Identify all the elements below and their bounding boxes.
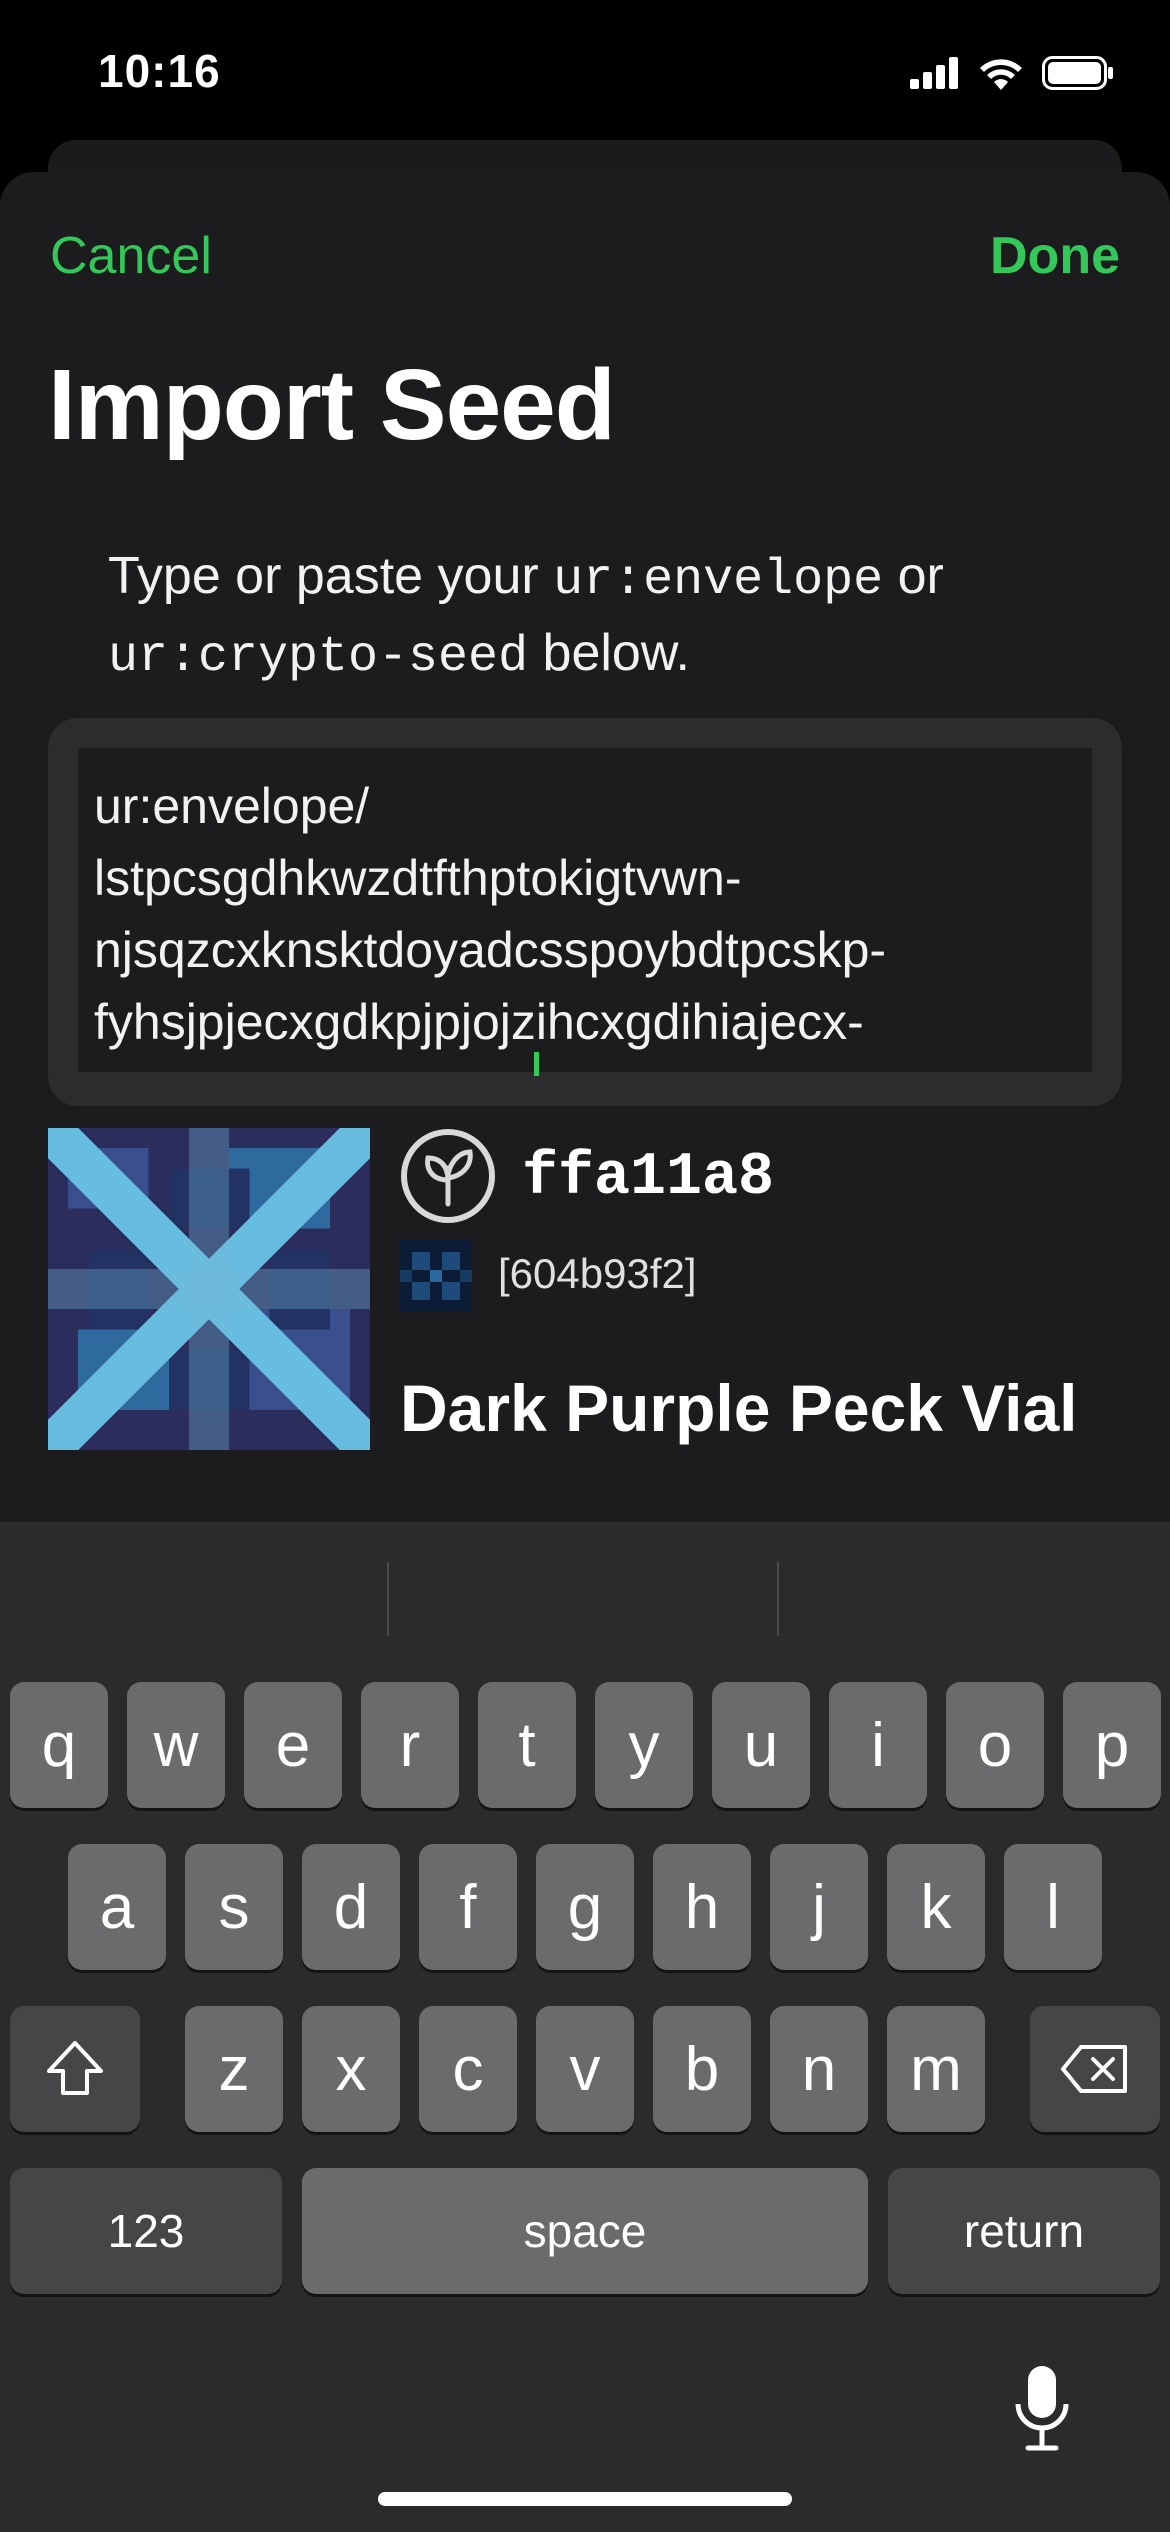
key-q[interactable]: q: [10, 1682, 108, 1808]
key-a[interactable]: a: [68, 1844, 166, 1970]
key-v[interactable]: v: [536, 2006, 634, 2132]
key-p[interactable]: p: [1063, 1682, 1161, 1808]
seed-identifier: ffa11a8: [522, 1144, 775, 1212]
seed-name: Dark Purple Peck Vial: [400, 1371, 1078, 1445]
shift-key[interactable]: [10, 2006, 140, 2132]
key-u[interactable]: u: [712, 1682, 810, 1808]
signal-icon: [910, 57, 958, 89]
seed-fingerprint: [604b93f2]: [498, 1250, 697, 1297]
suggestion-divider: [777, 1562, 779, 1636]
seed-leaf-icon: [401, 1129, 495, 1223]
key-s[interactable]: s: [185, 1844, 283, 1970]
status-icons: [910, 56, 1114, 90]
key-y[interactable]: y: [595, 1682, 693, 1808]
home-indicator[interactable]: [378, 2492, 792, 2506]
space-key[interactable]: space: [302, 2168, 868, 2294]
key-x[interactable]: x: [302, 2006, 400, 2132]
editor-line: fyhsjpjecxgdkpjpjojzihcxgdihiajecx-: [94, 994, 864, 1050]
done-button[interactable]: Done: [990, 226, 1120, 286]
battery-icon: [1042, 56, 1113, 90]
key-d[interactable]: d: [302, 1844, 400, 1970]
key-w[interactable]: w: [127, 1682, 225, 1808]
key-c[interactable]: c: [419, 2006, 517, 2132]
page-title: Import Seed: [48, 349, 616, 461]
seed-text-editor[interactable]: ur:envelope/ lstpcsgdhkwzdtfthptokigtvwn…: [78, 748, 1092, 1072]
editor-line: ur:envelope/: [94, 778, 370, 834]
key-i[interactable]: i: [829, 1682, 927, 1808]
seed-text-content: ur:envelope/ lstpcsgdhkwzdtfthptokigtvwn…: [94, 770, 1084, 1058]
wifi-icon: [980, 59, 1022, 90]
seed-lifehash-image: [48, 1128, 370, 1450]
status-bar: 10:16: [0, 0, 1170, 150]
key-t[interactable]: t: [478, 1682, 576, 1808]
key-k[interactable]: k: [887, 1844, 985, 1970]
key-h[interactable]: h: [653, 1844, 751, 1970]
key-o[interactable]: o: [946, 1682, 1044, 1808]
fingerprint-lifehash-image: [400, 1240, 472, 1312]
editor-line: njsqzcxknsktdoyadcsspoybdtpcskp-: [94, 922, 887, 978]
key-b[interactable]: b: [653, 2006, 751, 2132]
delete-key[interactable]: [1030, 2006, 1160, 2132]
suggestion-divider: [387, 1562, 389, 1636]
status-time: 10:16: [98, 45, 221, 97]
microphone-icon[interactable]: [1010, 2362, 1074, 2452]
instruction-code-envelope: ur:envelope: [553, 552, 884, 609]
text-caret: [534, 1052, 539, 1076]
return-key[interactable]: return: [888, 2168, 1160, 2294]
key-z[interactable]: z: [185, 2006, 283, 2132]
instruction-code-crypto-seed: ur:crypto-seed: [108, 629, 529, 686]
key-j[interactable]: j: [770, 1844, 868, 1970]
key-f[interactable]: f: [419, 1844, 517, 1970]
instruction-text: Type or paste your ur:envelope or ur:cry…: [108, 540, 1108, 694]
cancel-button[interactable]: Cancel: [50, 226, 212, 286]
key-l[interactable]: l: [1004, 1844, 1102, 1970]
instruction-part: or: [883, 547, 944, 605]
key-g[interactable]: g: [536, 1844, 634, 1970]
instruction-part: Type or paste your: [108, 547, 554, 605]
key-e[interactable]: e: [244, 1682, 342, 1808]
numbers-key[interactable]: 123: [10, 2168, 282, 2294]
delete-icon: [1061, 2045, 1127, 2093]
key-m[interactable]: m: [887, 2006, 985, 2132]
key-n[interactable]: n: [770, 2006, 868, 2132]
shift-icon: [47, 2041, 103, 2095]
key-r[interactable]: r: [361, 1682, 459, 1808]
editor-line: lstpcsgdhkwzdtfthptokigtvwn-: [94, 850, 742, 906]
instruction-part: below.: [528, 624, 690, 682]
